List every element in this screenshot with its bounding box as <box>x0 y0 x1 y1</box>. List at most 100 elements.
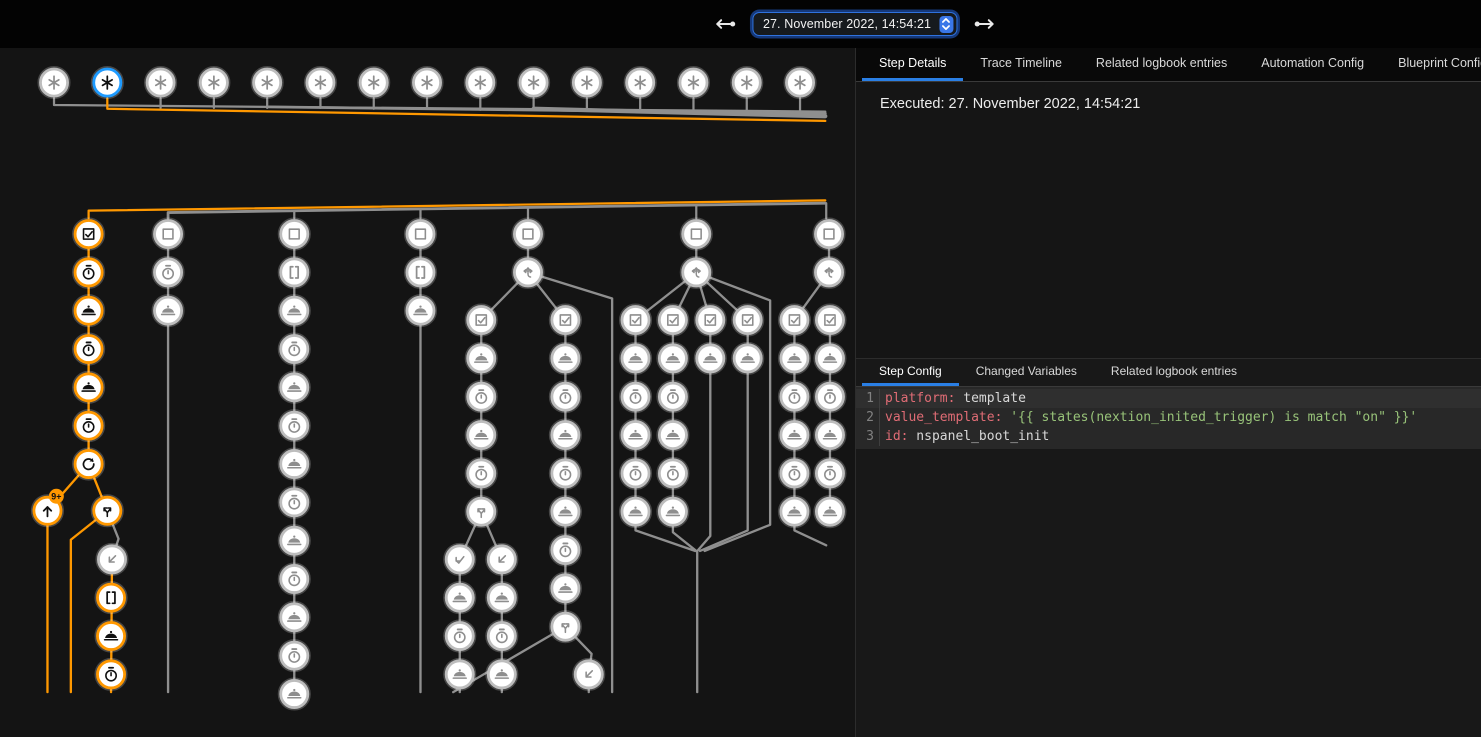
trace-node-timer[interactable] <box>466 458 497 489</box>
trace-node-service-call[interactable] <box>96 621 127 652</box>
tab-changed-variables[interactable]: Changed Variables <box>959 359 1094 386</box>
trace-node-asterisk-trigger[interactable] <box>731 67 762 98</box>
trace-node-asterisk-trigger[interactable] <box>145 67 176 98</box>
tab-step-details[interactable]: Step Details <box>862 48 963 81</box>
trace-node-service-call[interactable] <box>550 343 581 374</box>
trace-node-service-call[interactable] <box>620 420 651 451</box>
trace-node-service-call[interactable] <box>550 573 581 604</box>
trace-node-service-call[interactable] <box>658 496 689 527</box>
tab-automation-config[interactable]: Automation Config <box>1244 48 1381 81</box>
yaml-code-editor[interactable]: 1platform: template2value_template: '{{ … <box>856 387 1481 449</box>
trace-node-code-brackets[interactable] <box>96 582 127 613</box>
trace-node-call-split[interactable] <box>550 611 581 642</box>
trace-node-service-call[interactable] <box>444 582 475 613</box>
code-line[interactable]: 1platform: template <box>856 389 1481 408</box>
trace-node-timer[interactable] <box>73 257 104 288</box>
trace-node-timer[interactable] <box>279 640 310 671</box>
trace-node-service-call[interactable] <box>466 343 497 374</box>
trace-node-service-call[interactable] <box>620 343 651 374</box>
trace-node-timer[interactable] <box>550 458 581 489</box>
trace-node-service-call[interactable] <box>405 295 436 326</box>
trace-node-service-call[interactable] <box>779 343 810 374</box>
tab-related-logbook-entries[interactable]: Related logbook entries <box>1079 48 1244 81</box>
trace-node-checkbox-marked[interactable] <box>466 305 497 336</box>
trace-node-service-call[interactable] <box>620 496 651 527</box>
trace-node-asterisk-trigger[interactable] <box>39 67 70 98</box>
trace-node-timer[interactable] <box>486 621 517 652</box>
trace-node-call-split[interactable] <box>466 496 497 527</box>
trace-node-timer[interactable] <box>658 458 689 489</box>
code-line[interactable]: 2value_template: '{{ states(nextion_init… <box>856 408 1481 427</box>
trace-node-service-call[interactable] <box>73 295 104 326</box>
trace-node-service-call[interactable] <box>658 420 689 451</box>
trace-node-asterisk-trigger[interactable] <box>518 67 549 98</box>
automation-trace-graph[interactable]: 9+ <box>0 48 855 737</box>
trace-node-timer[interactable] <box>279 564 310 595</box>
trace-node-service-call[interactable] <box>732 343 763 374</box>
trace-node-timer[interactable] <box>550 381 581 412</box>
trace-node-checkbox-marked[interactable] <box>658 305 689 336</box>
trace-node-service-call[interactable] <box>73 372 104 403</box>
trace-node-service-call[interactable] <box>486 659 517 690</box>
trace-date-select[interactable]: 27. November 2022, 14:54:21 <box>752 12 957 36</box>
trace-node-service-call[interactable] <box>550 496 581 527</box>
trace-node-choose-branch[interactable] <box>814 257 845 288</box>
tab-related-logbook-entries[interactable]: Related logbook entries <box>1094 359 1254 386</box>
trace-node-service-call[interactable] <box>815 343 846 374</box>
trace-node-service-call[interactable] <box>279 679 310 710</box>
next-trace-arrow-icon[interactable] <box>971 13 999 35</box>
trace-node-service-call[interactable] <box>279 295 310 326</box>
trace-node-timer[interactable] <box>779 381 810 412</box>
trace-node-repeat[interactable] <box>73 449 104 480</box>
trace-node-timer[interactable] <box>279 410 310 441</box>
trace-node-service-call[interactable] <box>486 582 517 613</box>
trace-node-asterisk-trigger[interactable] <box>465 67 496 98</box>
trace-node-checkbox-blank[interactable] <box>279 219 310 250</box>
trace-node-arrow-up[interactable]: 9+ <box>32 489 64 526</box>
trace-node-check-arrow[interactable] <box>444 544 475 575</box>
tab-blueprint-config[interactable]: Blueprint Config <box>1381 48 1481 81</box>
trace-node-service-call[interactable] <box>815 420 846 451</box>
trace-node-timer[interactable] <box>279 487 310 518</box>
trace-node-checkbox-marked[interactable] <box>73 219 104 250</box>
tab-trace-timeline[interactable]: Trace Timeline <box>963 48 1079 81</box>
trace-node-service-call[interactable] <box>550 420 581 451</box>
trace-node-checkbox-marked[interactable] <box>695 305 726 336</box>
trace-node-asterisk-trigger[interactable] <box>678 67 709 98</box>
trace-node-service-call[interactable] <box>279 602 310 633</box>
tab-step-config[interactable]: Step Config <box>862 359 959 386</box>
trace-node-service-call[interactable] <box>444 659 475 690</box>
trace-node-checkbox-blank[interactable] <box>681 219 712 250</box>
trace-node-checkbox-marked[interactable] <box>815 305 846 336</box>
trace-node-checkbox-marked[interactable] <box>732 305 763 336</box>
trace-node-asterisk-trigger[interactable] <box>625 67 656 98</box>
trace-node-timer[interactable] <box>153 257 184 288</box>
trace-node-code-brackets[interactable] <box>405 257 436 288</box>
trace-node-asterisk-trigger[interactable] <box>412 67 443 98</box>
trace-node-service-call[interactable] <box>815 496 846 527</box>
trace-node-choose-branch[interactable] <box>681 257 712 288</box>
trace-node-service-call[interactable] <box>279 372 310 403</box>
trace-node-asterisk-trigger[interactable] <box>252 67 283 98</box>
trace-node-timer[interactable] <box>73 334 104 365</box>
trace-node-service-call[interactable] <box>279 449 310 480</box>
trace-node-checkbox-blank[interactable] <box>153 219 184 250</box>
trace-node-call-split[interactable] <box>92 495 123 526</box>
trace-node-checkbox-blank[interactable] <box>405 219 436 250</box>
trace-node-asterisk-trigger[interactable] <box>199 67 230 98</box>
trace-node-asterisk-trigger[interactable] <box>785 67 816 98</box>
trace-node-asterisk-trigger[interactable] <box>92 67 123 98</box>
trace-node-checkbox-marked[interactable] <box>620 305 651 336</box>
trace-node-timer[interactable] <box>815 458 846 489</box>
trace-node-timer[interactable] <box>466 381 497 412</box>
trace-node-code-brackets[interactable] <box>279 257 310 288</box>
trace-node-service-call[interactable] <box>658 343 689 374</box>
trace-node-timer[interactable] <box>96 659 127 690</box>
trace-node-timer[interactable] <box>620 381 651 412</box>
previous-trace-arrow-icon[interactable] <box>710 13 738 35</box>
trace-node-arrow-bottom-left[interactable] <box>486 544 517 575</box>
trace-node-timer[interactable] <box>279 334 310 365</box>
trace-node-timer[interactable] <box>73 410 104 441</box>
trace-node-choose-branch[interactable] <box>513 257 544 288</box>
trace-node-asterisk-trigger[interactable] <box>358 67 389 98</box>
